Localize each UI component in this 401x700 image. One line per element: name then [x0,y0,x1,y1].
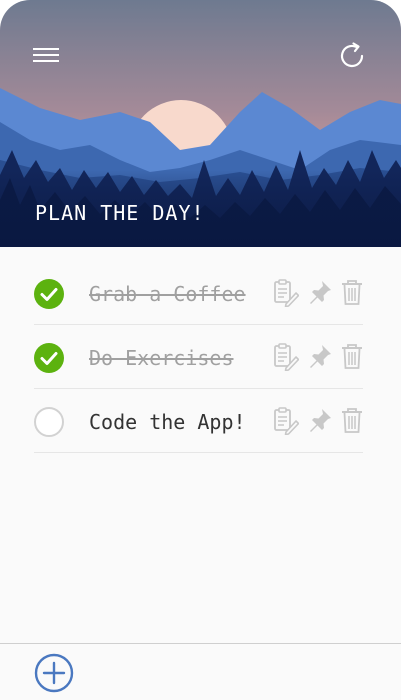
task-label[interactable]: Grab a Coffee [89,281,246,307]
refresh-button[interactable] [336,40,368,72]
delete-task-button[interactable] [339,343,365,371]
add-task-button[interactable] [34,653,74,693]
task-label[interactable]: Code the App! [89,409,246,435]
task-checkbox[interactable] [34,407,64,437]
menu-button[interactable] [33,44,61,66]
pin-icon [310,345,331,368]
task-label[interactable]: Do Exercises [89,345,234,371]
app-screen: PLAN THE DAY! Grab a Coffee Do Exercises… [0,0,401,700]
task-item: Code the App! [34,389,363,453]
pin-icon [310,409,331,432]
task-actions [273,407,365,436]
hamburger-menu-icon [33,48,59,50]
edit-note-icon [274,279,300,308]
page-title: PLAN THE DAY! [35,201,205,225]
checkmark-icon [40,288,58,301]
footer-bar [0,643,401,700]
task-item: Do Exercises [34,325,363,389]
pin-icon [310,281,331,304]
edit-task-button[interactable] [273,279,300,308]
refresh-icon [340,42,364,68]
checkmark-icon [40,352,58,365]
edit-note-icon [274,407,300,436]
edit-note-icon [274,343,300,372]
edit-task-button[interactable] [273,407,300,436]
trash-icon [342,280,362,305]
trash-icon [342,408,362,433]
pin-task-button[interactable] [307,279,333,307]
header-banner: PLAN THE DAY! [0,0,401,247]
task-checkbox[interactable] [34,279,64,309]
add-circle-icon [34,653,74,693]
edit-task-button[interactable] [273,343,300,372]
task-actions [273,279,365,308]
delete-task-button[interactable] [339,279,365,307]
delete-task-button[interactable] [339,407,365,435]
task-actions [273,343,365,372]
task-checkbox[interactable] [34,343,64,373]
pin-task-button[interactable] [307,407,333,435]
trash-icon [342,344,362,369]
pin-task-button[interactable] [307,343,333,371]
task-item: Grab a Coffee [34,261,363,325]
task-list: Grab a Coffee Do Exercises Code the App! [34,261,363,453]
